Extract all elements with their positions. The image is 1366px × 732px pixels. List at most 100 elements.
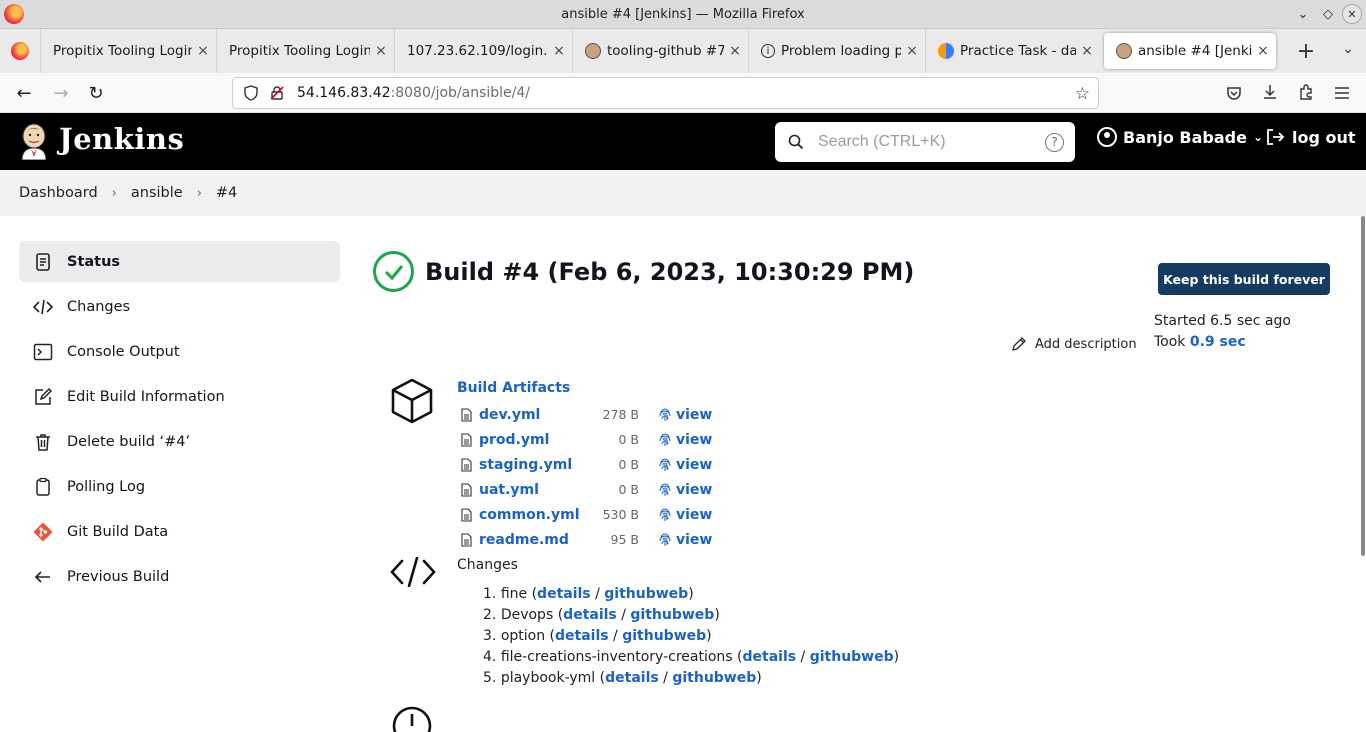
user-name: Banjo Babade <box>1123 127 1247 147</box>
tab-close-button[interactable]: × <box>374 43 388 59</box>
artifact-view-link[interactable]: view <box>676 407 712 423</box>
build-artifacts-link[interactable]: Build Artifacts <box>457 380 570 396</box>
add-description-label: Add description <box>1035 336 1137 352</box>
pocket-icon[interactable] <box>1225 84 1243 102</box>
page-scrollbar[interactable] <box>1361 216 1365 556</box>
menu-hamburger-icon[interactable] <box>1333 84 1351 102</box>
artifact-file-link[interactable]: dev.yml <box>479 407 575 423</box>
browser-tab[interactable]: Propitix Tooling Login × <box>40 29 216 73</box>
artifact-view-link[interactable]: view <box>676 532 712 548</box>
reload-button[interactable]: ↻ <box>85 82 107 104</box>
sidebar-item-label: Git Build Data <box>67 523 169 540</box>
sidebar-item-previous-build[interactable]: Previous Build <box>19 556 340 597</box>
breadcrumb-build[interactable]: #4 <box>216 185 237 201</box>
artifact-view-link[interactable]: view <box>676 457 712 473</box>
change-githubweb-link[interactable]: githubweb <box>630 607 714 623</box>
tab-label: Problem loading pa <box>781 43 901 59</box>
window-close-button[interactable]: ✕ <box>1342 4 1362 24</box>
artifact-view-link[interactable]: view <box>676 432 712 448</box>
minimize-button[interactable]: ⌄ <box>1293 4 1313 24</box>
jenkins-logo-icon[interactable] <box>18 122 50 160</box>
browser-tab[interactable]: tooling-github #7 [J × <box>572 29 748 73</box>
shield-icon <box>244 85 258 101</box>
tab-close-button[interactable]: × <box>728 43 742 59</box>
chevron-down-icon: ⌄ <box>1252 130 1264 144</box>
change-details-link[interactable]: details <box>605 670 659 686</box>
artifact-file-link[interactable]: uat.yml <box>479 482 575 498</box>
forward-button[interactable]: → <box>50 82 72 104</box>
sidebar-item-label: Delete build ‘#4’ <box>67 433 191 450</box>
artifact-view-link[interactable]: view <box>676 482 712 498</box>
restore-button[interactable]: ◇ <box>1318 4 1338 24</box>
artifact-list: dev.yml 278 Bview prod.yml 0 Bview staging.y… <box>461 402 712 552</box>
artifact-row: common.yml 530 B view <box>461 502 712 527</box>
artifact-file-link[interactable]: prod.yml <box>479 432 575 448</box>
change-details-link[interactable]: details <box>743 649 797 665</box>
change-item: 2. Devops (details / githubweb) <box>483 607 720 623</box>
new-tab-button[interactable]: + <box>1294 39 1318 64</box>
bookmark-star-icon[interactable]: ☆ <box>1075 84 1090 104</box>
browser-tab[interactable]: Practice Task - dare × <box>925 29 1100 73</box>
sidebar-item-label: Status <box>67 253 121 270</box>
firefox-view-button[interactable] <box>0 29 40 73</box>
fingerprint-icon[interactable] <box>658 483 672 497</box>
artifact-view-link[interactable]: view <box>676 507 712 523</box>
breadcrumb-separator-icon: › <box>196 185 202 201</box>
browser-tab[interactable]: 107.23.62.109/login.ph × <box>394 29 572 73</box>
extensions-icon[interactable] <box>1297 83 1315 101</box>
edit-icon <box>35 387 53 405</box>
tab-close-button[interactable]: × <box>1080 43 1094 59</box>
sidebar-item-label: Polling Log <box>67 478 146 495</box>
change-details-link[interactable]: details <box>537 586 591 602</box>
user-menu[interactable]: Banjo Babade ⌄ <box>1097 127 1263 147</box>
sidebar-item-delete-build[interactable]: Delete build ‘#4’ <box>19 421 340 462</box>
url-bar[interactable]: 54.146.83.42:8080/job/ansible/4/ ☆ <box>232 77 1099 109</box>
breadcrumb-ansible[interactable]: ansible <box>131 185 183 201</box>
breadcrumb-dashboard[interactable]: Dashboard <box>19 185 98 201</box>
search-input[interactable] <box>818 133 1045 151</box>
artifact-file-link[interactable]: staging.yml <box>479 457 575 473</box>
change-message: Devops <box>500 607 554 623</box>
fingerprint-icon[interactable] <box>658 533 672 547</box>
tab-close-button[interactable]: × <box>552 43 566 59</box>
browser-tab-active[interactable]: ansible #4 [Jenkins] × <box>1104 33 1276 69</box>
tab-close-button[interactable]: × <box>905 43 919 59</box>
sidebar-item-status[interactable]: Status <box>19 241 340 282</box>
fingerprint-icon[interactable] <box>658 433 672 447</box>
help-icon[interactable]: ? <box>1045 132 1064 152</box>
keep-build-forever-button[interactable]: Keep this build forever <box>1158 263 1330 295</box>
browser-tab[interactable]: i Problem loading pa × <box>748 29 925 73</box>
browser-tab[interactable]: Propitix Tooling Login × <box>216 29 394 73</box>
change-githubweb-link[interactable]: githubweb <box>672 670 756 686</box>
changes-list: 1. fine (details / githubweb) 2. Devops (… <box>483 584 899 689</box>
sidebar-item-polling-log[interactable]: Polling Log <box>19 466 340 507</box>
sidebar-item-label: Changes <box>67 298 131 315</box>
artifact-file-link[interactable]: common.yml <box>479 507 580 523</box>
arrow-left-icon <box>34 570 50 583</box>
tab-close-button[interactable]: × <box>1256 43 1270 59</box>
add-description-button[interactable]: Add description <box>1011 336 1137 352</box>
downloads-icon[interactable] <box>1261 83 1279 101</box>
success-check-icon <box>373 251 414 292</box>
artifact-file-link[interactable]: readme.md <box>479 532 575 548</box>
change-githubweb-link[interactable]: githubweb <box>604 586 688 602</box>
change-githubweb-link[interactable]: githubweb <box>810 649 894 665</box>
fingerprint-icon[interactable] <box>658 408 672 422</box>
tab-close-button[interactable]: × <box>196 43 210 59</box>
fingerprint-icon[interactable] <box>658 458 672 472</box>
took-duration-link[interactable]: 0.9 sec <box>1190 334 1246 350</box>
jenkins-title[interactable]: Jenkins <box>59 122 184 156</box>
logout-link[interactable]: log out <box>1265 127 1356 147</box>
fingerprint-icon[interactable] <box>658 508 672 522</box>
change-details-link[interactable]: details <box>563 607 617 623</box>
sidebar-item-edit-build-information[interactable]: Edit Build Information <box>19 376 340 417</box>
change-githubweb-link[interactable]: githubweb <box>622 628 706 644</box>
artifact-row: dev.yml 278 B view <box>461 402 712 427</box>
sidebar-item-git-build-data[interactable]: Git Build Data <box>19 511 340 552</box>
back-button[interactable]: ← <box>13 82 35 104</box>
sidebar-item-changes[interactable]: Changes <box>19 286 340 327</box>
file-icon <box>461 432 472 447</box>
sidebar-item-console-output[interactable]: Console Output <box>19 331 340 372</box>
tab-list-button[interactable]: ⌄ <box>1342 41 1354 57</box>
change-details-link[interactable]: details <box>555 628 609 644</box>
